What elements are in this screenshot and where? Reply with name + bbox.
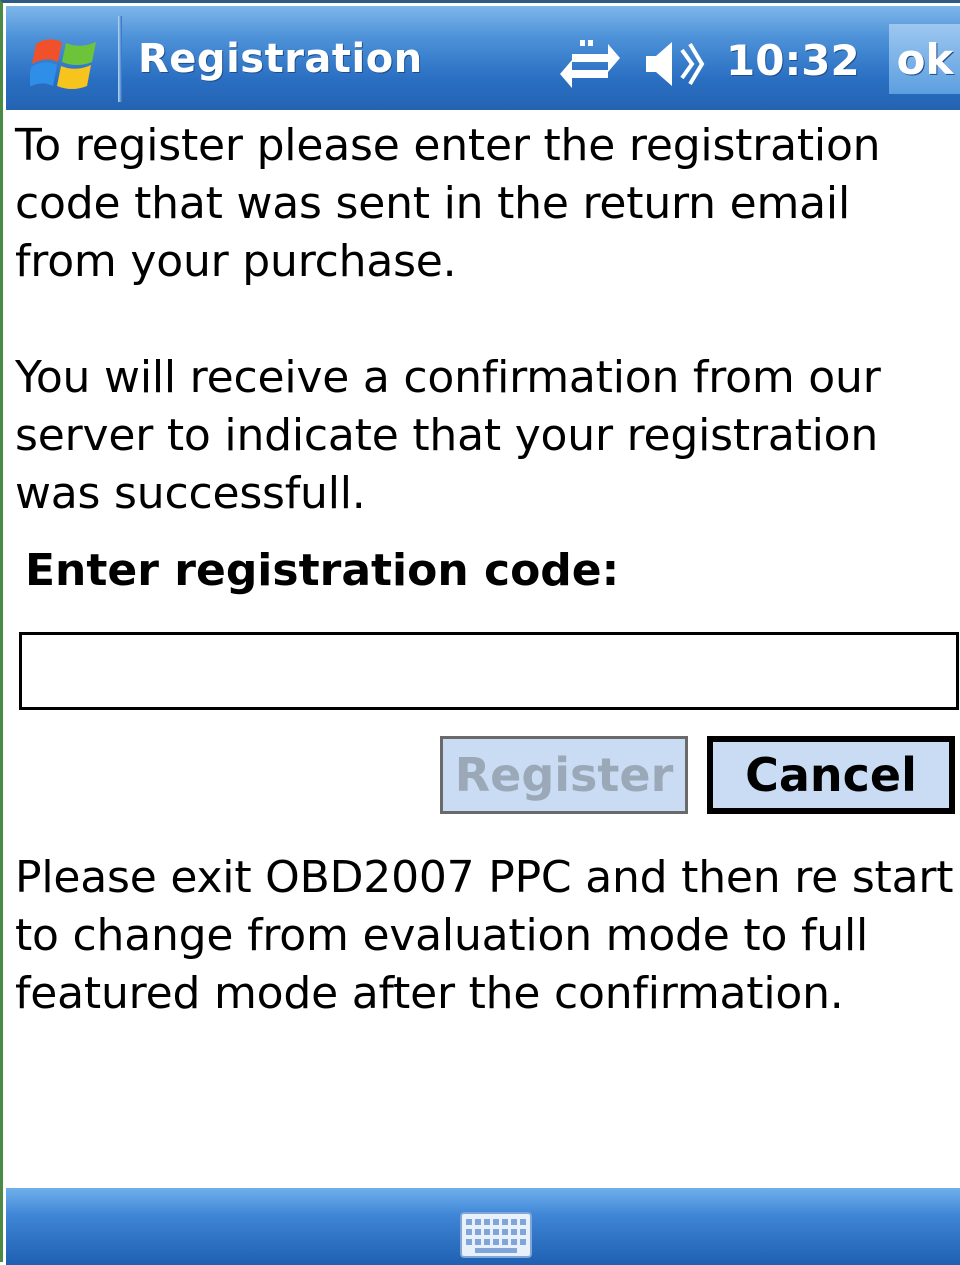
confirmation-note: You will receive a confirmation from our… (15, 352, 881, 519)
title-bar: Registration 10:32 ok (6, 6, 960, 110)
register-button[interactable]: Register (440, 736, 688, 814)
clock[interactable]: 10:32 (726, 36, 860, 85)
window-title: Registration (138, 36, 423, 82)
cancel-button[interactable]: Cancel (707, 736, 955, 814)
registration-code-input[interactable] (19, 632, 959, 710)
ok-button[interactable]: ok (889, 24, 960, 94)
restart-note: Please exit OBD2007 PPC and then re star… (15, 852, 954, 1019)
title-separator (118, 16, 122, 102)
device-screen: Registration 10:32 ok To register please… (0, 0, 960, 1265)
registration-instructions: To register please enter the registratio… (15, 120, 881, 287)
menu-bar (6, 1188, 960, 1265)
registration-code-label: Enter registration code: (25, 545, 620, 596)
volume-icon[interactable] (642, 36, 712, 92)
windows-flag-icon (30, 39, 96, 89)
keyboard-icon[interactable] (460, 1212, 532, 1258)
start-menu-button[interactable] (16, 20, 106, 100)
connectivity-icon[interactable] (558, 36, 622, 94)
